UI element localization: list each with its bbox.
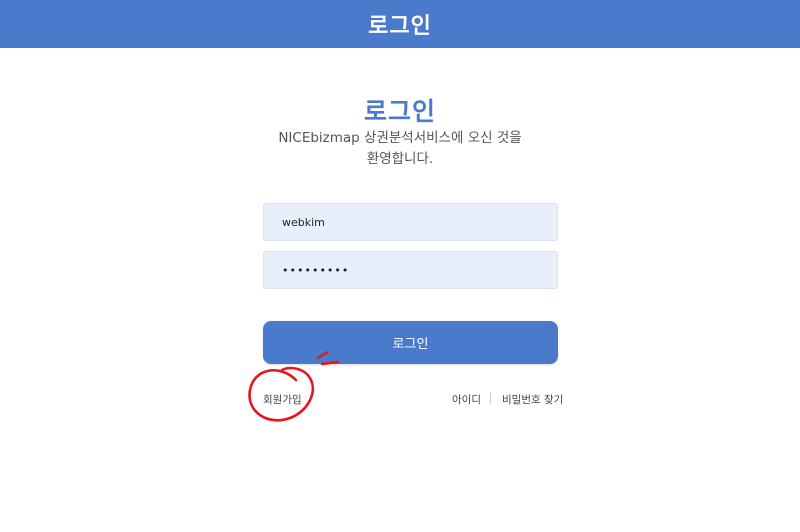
find-id-link[interactable]: 아이디 — [452, 392, 481, 407]
link-divider — [490, 393, 491, 404]
user-id-input[interactable] — [263, 203, 558, 241]
top-header-bar: 로그인 — [0, 0, 800, 48]
find-password-link[interactable]: 비밀번호 찾기 — [502, 392, 563, 407]
signup-link[interactable]: 회원가입 — [263, 392, 302, 407]
welcome-message: NICEbizmap 상권분석서비스에 오신 것을 환영합니다. — [0, 128, 800, 170]
login-button[interactable]: 로그인 — [263, 321, 558, 364]
header-title: 로그인 — [368, 14, 432, 39]
page-title: 로그인 — [363, 97, 436, 126]
welcome-line-2: 환영합니다. — [366, 151, 434, 167]
password-input[interactable] — [263, 251, 558, 289]
welcome-line-1: NICEbizmap 상권분석서비스에 오신 것을 — [278, 130, 522, 146]
